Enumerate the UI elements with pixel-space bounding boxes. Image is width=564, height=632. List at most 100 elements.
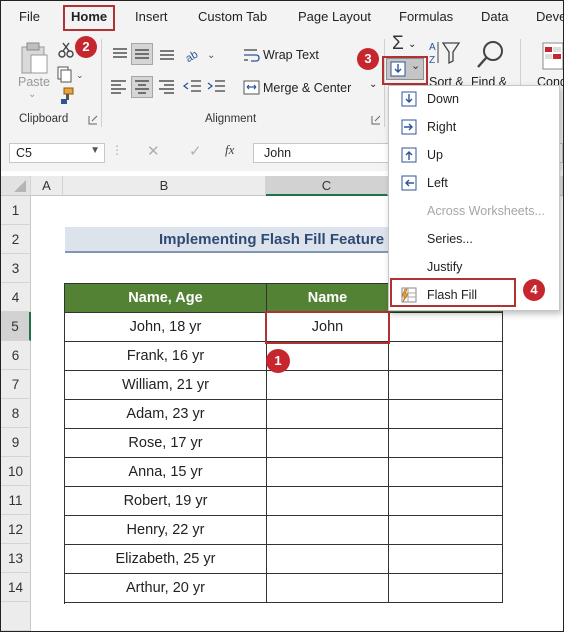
increase-indent-icon[interactable] [207, 78, 227, 96]
formula-bar-dots[interactable]: ⋮ [111, 143, 123, 157]
excel-window: File Home Insert Custom Tab Page Layout … [0, 0, 564, 632]
name-age-cell[interactable]: William, 21 yr [65, 371, 267, 400]
column-header-a[interactable]: A [31, 176, 63, 196]
tab-data[interactable]: Data [481, 9, 508, 24]
header-name[interactable]: Name [267, 284, 389, 313]
output-cell[interactable] [267, 371, 389, 400]
fill-left-icon [401, 175, 417, 191]
empty-cell[interactable] [389, 487, 503, 516]
row-header-7[interactable]: 7 [1, 370, 31, 399]
fill-button-highlight [382, 56, 428, 85]
tab-page-layout[interactable]: Page Layout [298, 9, 371, 24]
column-header-c[interactable]: C [266, 176, 388, 196]
merge-dropdown-icon[interactable]: ⌄ [369, 79, 377, 90]
tab-insert[interactable]: Insert [135, 9, 168, 24]
svg-text:ab: ab [184, 49, 201, 65]
output-cell[interactable] [267, 400, 389, 429]
clipboard-launcher-icon[interactable] [88, 115, 98, 125]
name-age-cell[interactable]: Robert, 19 yr [65, 487, 267, 516]
empty-cell[interactable] [389, 342, 503, 371]
tab-developer[interactable]: Deve [536, 9, 563, 24]
column-header-b[interactable]: B [63, 176, 266, 196]
merge-center-label[interactable]: Merge & Center [263, 81, 351, 95]
empty-cell[interactable] [389, 458, 503, 487]
autosum-icon[interactable]: Σ [392, 33, 404, 55]
name-age-cell[interactable]: Arthur, 20 yr [65, 574, 267, 603]
row-header-2[interactable]: 2 [1, 225, 31, 254]
autosum-dropdown-icon[interactable]: ⌄ [408, 39, 416, 50]
fill-menu-item-right[interactable]: Right [389, 114, 559, 142]
output-cell[interactable] [267, 545, 389, 574]
paste-dropdown-icon[interactable]: ⌄ [28, 89, 36, 100]
row-header-3[interactable]: 3 [1, 254, 31, 283]
name-age-cell[interactable]: John, 18 yr [65, 313, 267, 342]
format-painter-icon[interactable] [57, 87, 75, 105]
paste-icon[interactable] [17, 41, 51, 75]
row-header-10[interactable]: 10 [1, 457, 31, 486]
name-age-cell[interactable]: Rose, 17 yr [65, 429, 267, 458]
fill-right-icon [401, 119, 417, 135]
wrap-text-label[interactable]: Wrap Text [263, 48, 319, 62]
name-box[interactable]: C5 ▼ [9, 143, 105, 163]
tab-formulas[interactable]: Formulas [399, 9, 453, 24]
header-name-age[interactable]: Name, Age [65, 284, 267, 313]
align-center-button[interactable] [131, 76, 153, 98]
output-cell[interactable] [267, 516, 389, 545]
row-header-9[interactable]: 9 [1, 428, 31, 457]
tab-custom-tab[interactable]: Custom Tab [198, 9, 267, 24]
output-cell[interactable] [267, 429, 389, 458]
align-left-icon[interactable] [109, 78, 129, 96]
empty-cell[interactable] [389, 545, 503, 574]
copy-icon[interactable]: ⌄ [56, 65, 84, 83]
row-header-11[interactable]: 11 [1, 486, 31, 515]
align-middle-button[interactable] [131, 43, 153, 65]
alignment-launcher-icon[interactable] [371, 115, 381, 125]
find-select-icon[interactable] [475, 39, 507, 71]
fill-menu-label: Justify [427, 260, 463, 274]
align-bottom-icon[interactable] [157, 45, 177, 63]
fill-menu-item-up[interactable]: Up [389, 142, 559, 170]
cut-icon[interactable] [57, 41, 75, 59]
enter-icon[interactable]: ✓ [189, 142, 202, 160]
active-cell-highlight [265, 311, 390, 344]
tab-file[interactable]: File [19, 9, 40, 24]
row-header-1[interactable]: 1 [1, 196, 31, 225]
fill-menu-item-down[interactable]: Down [389, 86, 559, 114]
decrease-indent-icon[interactable] [183, 78, 203, 96]
row-header-8[interactable]: 8 [1, 399, 31, 428]
output-cell[interactable] [267, 487, 389, 516]
conditional-formatting-icon[interactable] [541, 41, 563, 71]
empty-cell[interactable] [389, 313, 503, 342]
output-cell[interactable] [267, 458, 389, 487]
row-header-15[interactable] [1, 602, 31, 631]
name-age-cell[interactable]: Henry, 22 yr [65, 516, 267, 545]
fill-menu-item-series[interactable]: Series... [389, 226, 559, 254]
row-header-5[interactable]: 5 [1, 312, 31, 341]
row-header-12[interactable]: 12 [1, 515, 31, 544]
fill-menu-item-left[interactable]: Left [389, 170, 559, 198]
cancel-icon[interactable]: ✕ [147, 142, 160, 160]
merge-center-icon[interactable] [243, 80, 261, 96]
output-cell[interactable] [267, 574, 389, 603]
row-header-4[interactable]: 4 [1, 283, 31, 312]
name-age-cell[interactable]: Frank, 16 yr [65, 342, 267, 371]
row-header-6[interactable]: 6 [1, 341, 31, 370]
name-age-cell[interactable]: Elizabeth, 25 yr [65, 545, 267, 574]
sort-filter-icon[interactable]: A Z [429, 39, 463, 69]
empty-cell[interactable] [389, 574, 503, 603]
empty-cell[interactable] [389, 400, 503, 429]
row-header-13[interactable]: 13 [1, 544, 31, 573]
name-age-cell[interactable]: Adam, 23 yr [65, 400, 267, 429]
wrap-text-icon[interactable] [243, 47, 261, 63]
row-header-14[interactable]: 14 [1, 573, 31, 602]
empty-cell[interactable] [389, 429, 503, 458]
select-all-corner[interactable] [1, 176, 31, 196]
align-right-icon[interactable] [157, 78, 177, 96]
insert-function-icon[interactable]: fx [225, 142, 234, 158]
align-top-icon[interactable] [110, 45, 130, 63]
empty-cell[interactable] [389, 516, 503, 545]
empty-cell[interactable] [389, 371, 503, 400]
orientation-icon[interactable]: ab ⌄ [183, 43, 219, 65]
name-box-dropdown-icon[interactable]: ▼ [90, 145, 100, 156]
name-age-cell[interactable]: Anna, 15 yr [65, 458, 267, 487]
